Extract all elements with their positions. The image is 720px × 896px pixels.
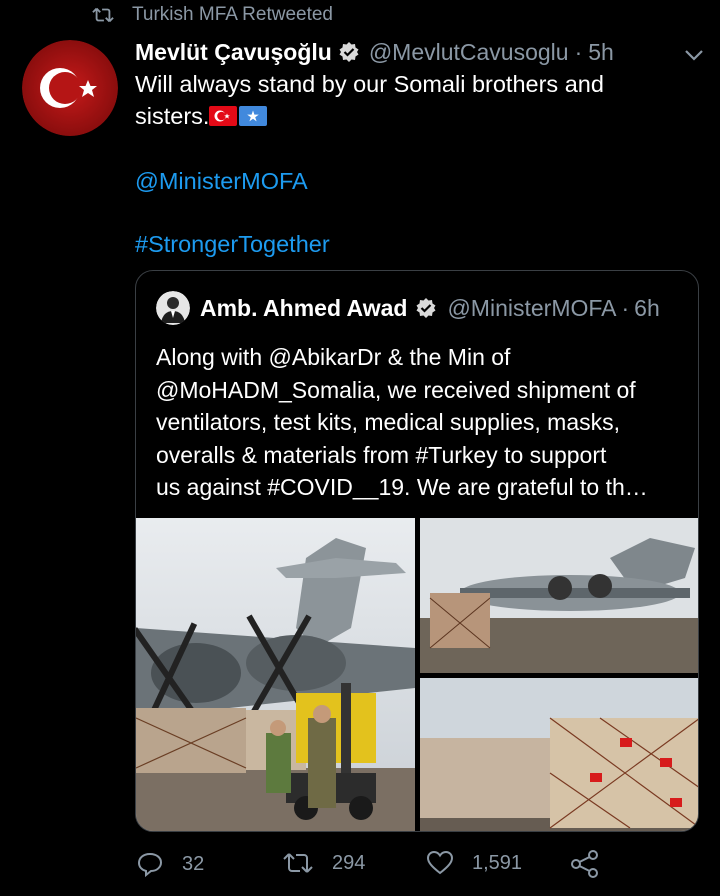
turkey-flag-icon bbox=[209, 106, 238, 126]
retweet-icon bbox=[283, 853, 313, 873]
quoted-text-line: us against #COVID__19. We are grateful t… bbox=[156, 474, 648, 500]
turkish-flag-avatar-icon bbox=[22, 40, 118, 136]
reply-button[interactable]: 32 bbox=[136, 850, 204, 878]
person-avatar-icon bbox=[156, 291, 190, 325]
share-icon bbox=[571, 850, 598, 878]
retweet-count: 294 bbox=[332, 851, 366, 874]
heart-icon bbox=[426, 850, 454, 875]
quoted-tweet-text: Along with @AbikarDr & the Min of @MoHAD… bbox=[156, 341, 686, 504]
tweet-header: Mevlüt Çavuşoğlu @MevlutCavusoglu · 5h bbox=[135, 36, 705, 68]
reply-icon bbox=[137, 852, 163, 878]
retweet-banner[interactable]: Turkish MFA Retweeted bbox=[92, 3, 333, 27]
quoted-author-avatar[interactable] bbox=[156, 291, 190, 325]
hashtag-link[interactable]: #StrongerTogether bbox=[135, 231, 330, 258]
photo-cargo-pallets[interactable] bbox=[420, 678, 699, 832]
quoted-tweet-header: Amb. Ahmed Awad @MinisterMOFA · 6h bbox=[156, 291, 660, 325]
retweet-label: Turkish MFA Retweeted bbox=[132, 4, 333, 25]
media-grid bbox=[136, 518, 699, 832]
tweet-text-segment: sisters. bbox=[135, 103, 210, 129]
author-handle[interactable]: @MevlutCavusoglu bbox=[369, 39, 569, 66]
verified-badge-icon bbox=[339, 42, 359, 62]
quoted-text-line: @MoHADM_Somalia, we received shipment of bbox=[156, 376, 636, 403]
tweet-time[interactable]: 5h bbox=[588, 39, 614, 66]
author-name[interactable]: Mevlüt Çavuşoğlu bbox=[135, 39, 332, 66]
quoted-author-handle[interactable]: @MinisterMOFA bbox=[447, 295, 616, 322]
tweet-text: Will always stand by our Somali brothers… bbox=[135, 68, 695, 132]
photo-aircraft-forklift[interactable] bbox=[136, 518, 415, 832]
author-avatar[interactable] bbox=[22, 40, 118, 136]
quoted-author-name[interactable]: Amb. Ahmed Awad bbox=[200, 295, 407, 322]
share-button[interactable] bbox=[570, 850, 618, 878]
somalia-flag-icon bbox=[239, 106, 268, 126]
quoted-text-line: overalls & materials from #Turkey to sup… bbox=[156, 441, 607, 468]
tweet-text-line: Will always stand by our Somali brothers… bbox=[135, 71, 604, 97]
like-count: 1,591 bbox=[472, 851, 523, 874]
quoted-text-line: Along with @AbikarDr & the Min of bbox=[156, 344, 511, 370]
separator: · bbox=[621, 294, 630, 321]
quoted-tweet[interactable]: Amb. Ahmed Awad @MinisterMOFA · 6h Along… bbox=[135, 270, 699, 832]
separator: · bbox=[574, 38, 583, 65]
quoted-text-line: ventilators, test kits, medical supplies… bbox=[156, 409, 620, 435]
reply-count: 32 bbox=[182, 852, 205, 875]
retweet-button[interactable]: 294 bbox=[282, 850, 365, 876]
tweet-text-line: sisters. bbox=[135, 100, 695, 132]
verified-badge-icon bbox=[416, 298, 436, 318]
mention-link[interactable]: @MinisterMOFA bbox=[135, 168, 308, 195]
like-button[interactable]: 1,591 bbox=[426, 850, 522, 876]
photo-aircraft-cargo[interactable] bbox=[420, 518, 699, 673]
quoted-tweet-time[interactable]: 6h bbox=[634, 295, 660, 322]
retweet-icon bbox=[92, 7, 114, 23]
tweet-actions: 32 294 1,591 bbox=[0, 850, 720, 884]
chevron-down-icon[interactable] bbox=[684, 48, 704, 62]
